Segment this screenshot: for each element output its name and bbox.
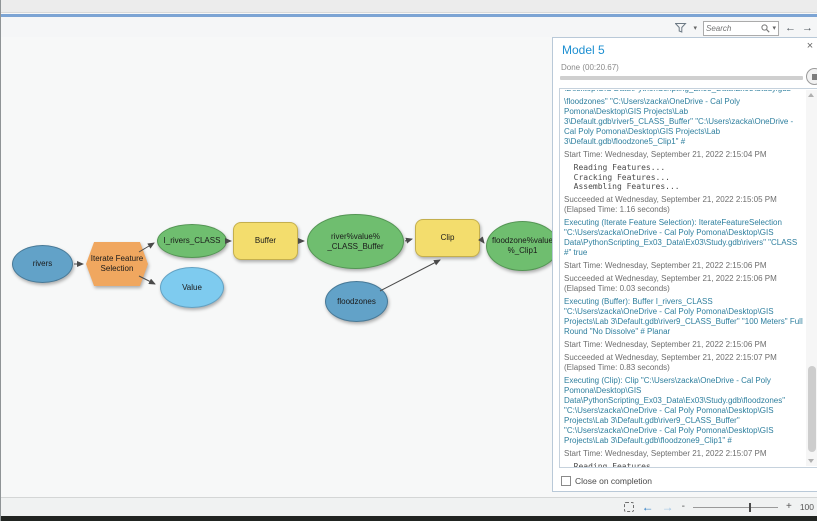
dialog-title: Model 5 bbox=[562, 43, 605, 57]
zoom-percent-value: 100 bbox=[799, 502, 814, 512]
stop-button[interactable] bbox=[806, 68, 817, 85]
log-message: Executing (Buffer): Buffer I_rivers_CLAS… bbox=[564, 296, 803, 336]
node-label: I_rivers_CLASS bbox=[163, 236, 221, 246]
node-label: Iterate Feature Selection bbox=[90, 254, 144, 273]
zoom-slider-track bbox=[692, 507, 778, 508]
navigate-forward-icon[interactable]: → bbox=[802, 22, 813, 34]
filter-icon[interactable] bbox=[675, 23, 688, 33]
scroll-down-icon[interactable] bbox=[808, 459, 814, 463]
zoom-to-fit-icon[interactable] bbox=[623, 502, 634, 512]
model-run-dialog: Model 5 × Done (00:20.67) \Desktop\GIS D… bbox=[552, 37, 817, 492]
zoom-in-button[interactable]: + bbox=[786, 502, 792, 512]
node-label: rivers bbox=[32, 259, 53, 269]
close-on-completion-checkbox[interactable] bbox=[561, 476, 571, 486]
search-input[interactable] bbox=[706, 23, 760, 33]
log-scrollbar[interactable] bbox=[806, 90, 817, 466]
log-message: Executing (Iterate Feature Selection): I… bbox=[564, 217, 798, 257]
node-label: floodzones bbox=[337, 296, 376, 306]
node-label: Clip bbox=[440, 233, 455, 243]
model-node-rivers[interactable]: rivers bbox=[12, 245, 73, 283]
log-message: Reading Features... Cracking Features...… bbox=[564, 163, 680, 191]
node-label: Value bbox=[182, 282, 202, 292]
filter-dropdown-caret[interactable]: ▾ bbox=[693, 25, 697, 32]
model-node-river-value-class-buffer[interactable]: river%value% _CLASS_Buffer bbox=[307, 214, 404, 269]
window-titlebar bbox=[1, 0, 817, 13]
search-box[interactable]: ▾ bbox=[703, 20, 779, 36]
model-node-i-rivers-class[interactable]: I_rivers_CLASS bbox=[157, 224, 227, 258]
model-node-value[interactable]: Value bbox=[160, 267, 224, 308]
log-message: Succeeded at Wednesday, September 21, 20… bbox=[564, 273, 777, 293]
log-message: \floodzones" "C:\Users\zacka\OneDrive - … bbox=[564, 97, 794, 146]
close-on-completion-label: Close on completion bbox=[575, 476, 653, 486]
search-icon[interactable] bbox=[761, 23, 771, 33]
stop-icon bbox=[811, 73, 817, 80]
log-message: Start Time: Wednesday, September 21, 202… bbox=[564, 260, 767, 270]
scrollbar-thumb[interactable] bbox=[807, 366, 816, 452]
next-extent-icon[interactable]: → bbox=[662, 501, 674, 513]
scroll-up-icon[interactable] bbox=[808, 93, 814, 97]
model-node-floodzone-value-clip1[interactable]: floodzone%value %_Clip1 bbox=[486, 221, 559, 271]
node-label: river%value% _CLASS_Buffer bbox=[327, 231, 384, 251]
zoom-out-button[interactable]: - bbox=[682, 502, 685, 512]
background-window-edge bbox=[1, 516, 817, 521]
log-message: Reading Features... Cracking Features...… bbox=[564, 461, 666, 468]
node-label: floodzone%value %_Clip1 bbox=[492, 236, 553, 255]
diagram-toolbar: ▾ ▾ ← → bbox=[675, 20, 813, 36]
progress-bar bbox=[560, 76, 803, 80]
run-status-text: Done (00:20.67) bbox=[561, 63, 619, 72]
close-icon[interactable]: × bbox=[804, 40, 816, 52]
status-bar: ← → - + 100 bbox=[1, 497, 817, 516]
search-dropdown-caret[interactable]: ▾ bbox=[772, 25, 776, 32]
log-message: Start Time: Wednesday, September 21, 202… bbox=[564, 448, 767, 458]
model-node-floodzones[interactable]: floodzones bbox=[325, 281, 388, 322]
log-message: Start Time: Wednesday, September 21, 202… bbox=[564, 339, 767, 349]
log-messages: \Desktop\GIS Data\PythonScripting_Ex03_D… bbox=[564, 90, 804, 468]
navigate-back-icon[interactable]: ← bbox=[785, 22, 796, 34]
model-node-clip[interactable]: Clip bbox=[415, 219, 480, 257]
log-message: Executing (Clip): Clip "C:\Users\zacka\O… bbox=[564, 375, 786, 445]
geoprocessing-log[interactable]: \Desktop\GIS Data\PythonScripting_Ex03_D… bbox=[559, 88, 817, 468]
model-node-iterate-feature-selection[interactable]: Iterate Feature Selection bbox=[86, 242, 148, 286]
log-message: Start Time: Wednesday, September 21, 202… bbox=[564, 150, 767, 159]
previous-extent-icon[interactable]: ← bbox=[642, 501, 654, 513]
zoom-slider-handle[interactable] bbox=[749, 502, 752, 512]
log-message: Succeeded at Wednesday, September 21, 20… bbox=[564, 352, 777, 372]
zoom-slider[interactable] bbox=[692, 502, 778, 512]
node-label: Buffer bbox=[254, 236, 277, 246]
log-message: \Desktop\GIS Data\PythonScripting_Ex03_D… bbox=[564, 90, 804, 95]
close-on-completion-row[interactable]: Close on completion bbox=[561, 476, 652, 486]
log-message: Succeeded at Wednesday, September 21, 20… bbox=[564, 194, 777, 214]
model-node-buffer[interactable]: Buffer bbox=[233, 222, 298, 260]
